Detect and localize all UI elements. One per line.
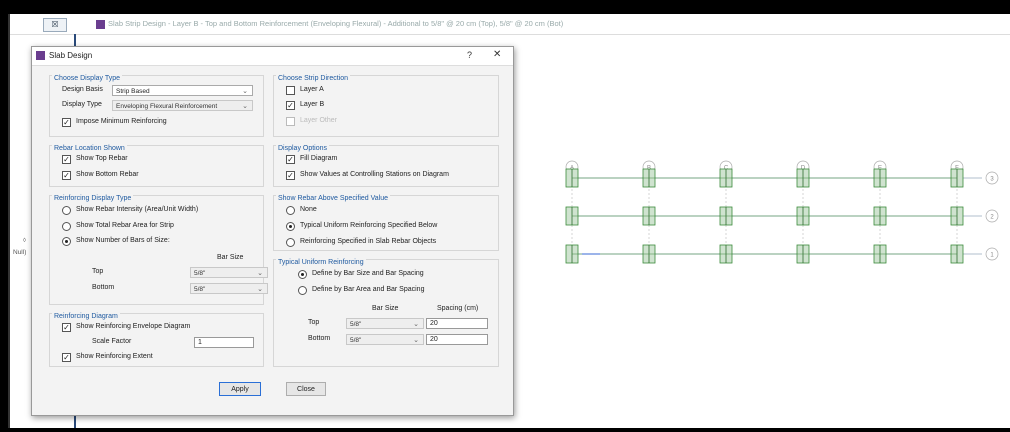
side-mark: ◊ bbox=[23, 238, 26, 244]
layer-a-checkbox[interactable] bbox=[286, 86, 295, 95]
show-envelope-checkbox[interactable]: ✓ bbox=[62, 323, 71, 332]
bottom-bar-size-select[interactable]: 5/8" ⌄ bbox=[190, 283, 268, 294]
strip-direction-group: Choose Strip Direction Layer A ✓ Layer B… bbox=[273, 75, 499, 137]
dialog-title: Slab Design bbox=[49, 51, 93, 60]
typical-radio[interactable] bbox=[286, 222, 295, 231]
reinforcing-diagram-group: Reinforcing Diagram ✓ Show Reinforcing E… bbox=[49, 313, 264, 367]
display-type-label: Display Type bbox=[62, 101, 102, 108]
app-title: Slab Strip Design - Layer B - Top and Bo… bbox=[108, 19, 564, 28]
display-type-group: Choose Display Type Design Basis Strip B… bbox=[49, 75, 264, 137]
total-area-radio[interactable] bbox=[62, 222, 71, 231]
by-bar-size-radio[interactable] bbox=[298, 270, 307, 279]
show-extent-checkbox[interactable]: ✓ bbox=[62, 353, 71, 362]
bottom-label: Bottom bbox=[308, 335, 331, 342]
show-values-label: Show Values at Controlling Stations on D… bbox=[300, 171, 449, 178]
chevron-down-icon: ⌄ bbox=[242, 103, 248, 110]
num-bars-radio[interactable] bbox=[62, 237, 71, 246]
top-label: Top bbox=[92, 268, 104, 275]
display-type-select[interactable]: Enveloping Flexural Reinforcement ⌄ bbox=[112, 100, 253, 111]
layer-other-checkbox[interactable] bbox=[286, 117, 295, 126]
bar-size-header: Bar Size bbox=[217, 254, 244, 261]
layer-other-label: Layer Other bbox=[300, 117, 337, 124]
dialog-app-icon bbox=[36, 51, 45, 60]
intensity-label: Show Rebar Intensity (Area/Unit Width) bbox=[76, 206, 199, 213]
apply-button[interactable]: Apply bbox=[219, 382, 261, 396]
group-title: Choose Strip Direction bbox=[276, 75, 351, 82]
group-title: Choose Display Type bbox=[52, 75, 123, 82]
typical-label: Typical Uniform Reinforcing Specified Be… bbox=[300, 222, 438, 229]
show-top-rebar-label: Show Top Rebar bbox=[76, 155, 128, 162]
by-bar-area-radio[interactable] bbox=[298, 286, 307, 295]
group-title: Display Options bbox=[276, 145, 330, 152]
in-slab-radio[interactable] bbox=[286, 238, 295, 247]
fill-diagram-checkbox[interactable]: ✓ bbox=[286, 155, 295, 164]
plan-view-canvas[interactable]: 321A B C D E F bbox=[550, 154, 1000, 274]
display-options-group: Display Options ✓ Fill Diagram ✓ Show Va… bbox=[273, 145, 499, 187]
impose-min-label: Impose Minimum Reinforcing bbox=[76, 118, 167, 125]
bar-size-header: Bar Size bbox=[372, 305, 399, 312]
by-bar-size-label: Define by Bar Size and Bar Spacing bbox=[312, 270, 424, 277]
slab-design-dialog: Slab Design ? ✕ Choose Display Type Desi… bbox=[31, 46, 514, 416]
restore-box-icon[interactable]: ☒ bbox=[43, 18, 67, 32]
help-button[interactable]: ? bbox=[467, 50, 472, 60]
show-top-rebar-checkbox[interactable]: ✓ bbox=[62, 155, 71, 164]
impose-min-checkbox[interactable]: ✓ bbox=[62, 118, 71, 127]
close-icon[interactable]: ✕ bbox=[493, 49, 501, 60]
top-label: Top bbox=[308, 319, 320, 326]
side-label: Null) bbox=[13, 249, 27, 256]
chevron-down-icon: ⌄ bbox=[257, 286, 263, 293]
show-envelope-label: Show Reinforcing Envelope Diagram bbox=[76, 323, 191, 330]
none-label: None bbox=[300, 206, 317, 213]
show-bottom-rebar-checkbox[interactable]: ✓ bbox=[62, 171, 71, 180]
group-title: Rebar Location Shown bbox=[52, 145, 127, 152]
scale-factor-input[interactable]: 1 bbox=[194, 337, 254, 348]
chevron-down-icon: ⌄ bbox=[413, 321, 419, 328]
top-size-select[interactable]: 5/8" ⌄ bbox=[346, 318, 424, 329]
none-radio[interactable] bbox=[286, 206, 295, 215]
bottom-label: Bottom bbox=[92, 284, 115, 291]
show-bottom-rebar-label: Show Bottom Rebar bbox=[76, 171, 139, 178]
rebar-above-group: Show Rebar Above Specified Value None Ty… bbox=[273, 195, 499, 251]
intensity-radio[interactable] bbox=[62, 206, 71, 215]
num-bars-label: Show Number of Bars of Size: bbox=[76, 237, 170, 244]
group-title: Reinforcing Display Type bbox=[52, 195, 134, 202]
chevron-down-icon: ⌄ bbox=[242, 88, 248, 95]
close-button[interactable]: Close bbox=[286, 382, 326, 396]
spacing-header: Spacing (cm) bbox=[437, 305, 479, 312]
layer-b-label: Layer B bbox=[300, 101, 325, 108]
layer-b-checkbox[interactable]: ✓ bbox=[286, 101, 295, 110]
by-bar-area-label: Define by Bar Area and Bar Spacing bbox=[312, 286, 425, 293]
group-title: Reinforcing Diagram bbox=[52, 313, 120, 320]
dialog-titlebar: Slab Design ? ✕ bbox=[32, 47, 513, 66]
show-values-checkbox[interactable]: ✓ bbox=[286, 171, 295, 180]
top-spacing-input[interactable]: 20 bbox=[426, 318, 488, 329]
scale-factor-label: Scale Factor bbox=[92, 338, 132, 345]
design-basis-label: Design Basis bbox=[62, 86, 103, 93]
total-area-label: Show Total Rebar Area for Strip bbox=[76, 222, 174, 229]
typical-uniform-group: Typical Uniform Reinforcing Define by Ba… bbox=[273, 259, 499, 367]
app-titlebar: ☒ Slab Strip Design - Layer B - Top and … bbox=[10, 14, 1010, 35]
fill-diagram-label: Fill Diagram bbox=[300, 155, 338, 162]
app-icon bbox=[96, 20, 105, 29]
rebar-location-group: Rebar Location Shown ✓ Show Top Rebar ✓ … bbox=[49, 145, 264, 187]
show-extent-label: Show Reinforcing Extent bbox=[76, 353, 153, 360]
chevron-down-icon: ⌄ bbox=[413, 337, 419, 344]
chevron-down-icon: ⌄ bbox=[257, 270, 263, 277]
in-slab-label: Reinforcing Specified in Slab Rebar Obje… bbox=[300, 238, 437, 245]
group-title: Typical Uniform Reinforcing bbox=[276, 259, 366, 266]
design-basis-select[interactable]: Strip Based ⌄ bbox=[112, 85, 253, 96]
top-bar-size-select[interactable]: 5/8" ⌄ bbox=[190, 267, 268, 278]
bottom-spacing-input[interactable]: 20 bbox=[426, 334, 488, 345]
layer-a-label: Layer A bbox=[300, 86, 324, 93]
bottom-size-select[interactable]: 5/8" ⌄ bbox=[346, 334, 424, 345]
reinforcing-display-group: Reinforcing Display Type Show Rebar Inte… bbox=[49, 195, 268, 305]
group-title: Show Rebar Above Specified Value bbox=[276, 195, 390, 202]
